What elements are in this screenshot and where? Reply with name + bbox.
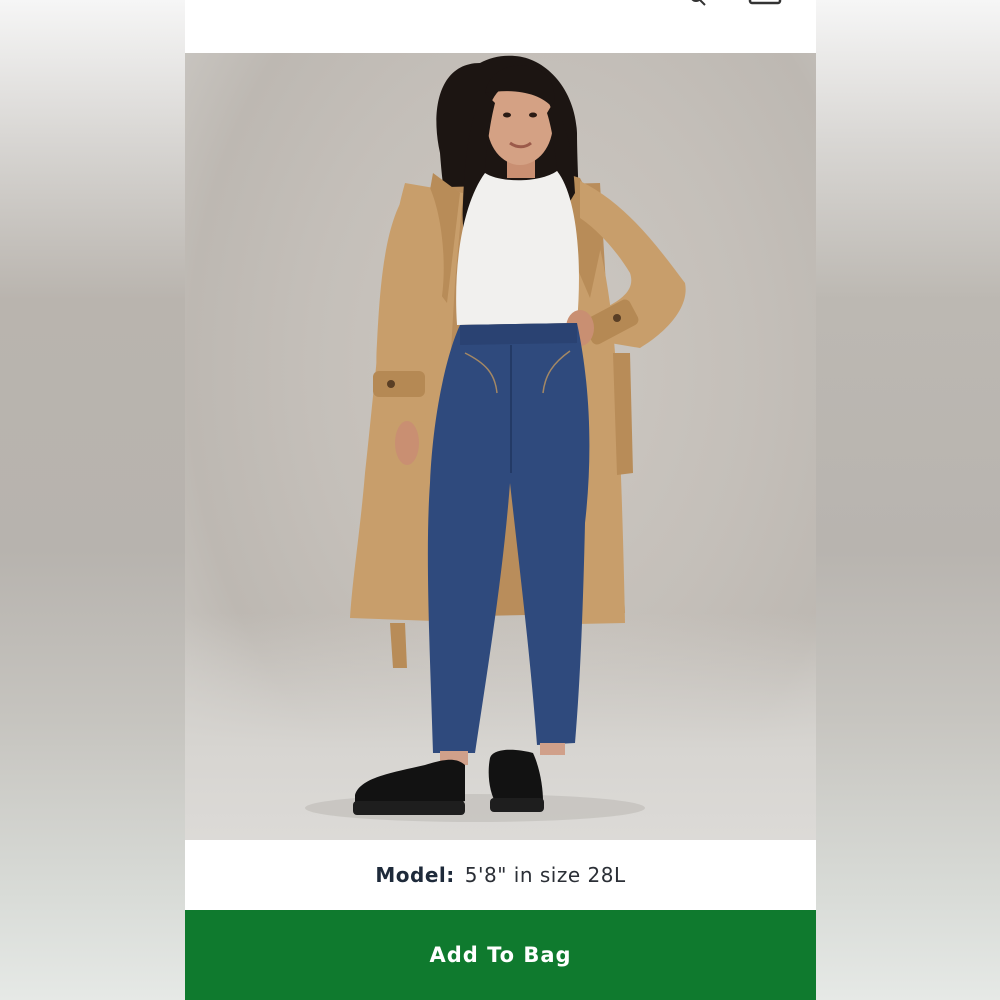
model-illustration	[305, 55, 686, 822]
model-label: Model:	[375, 863, 455, 887]
add-to-bag-button[interactable]: Add To Bag	[185, 910, 816, 1000]
blurred-backdrop-left	[0, 0, 185, 1000]
blurred-backdrop-right	[815, 0, 1000, 1000]
model-size-caption: Model: 5'8" in size 28L	[185, 840, 816, 910]
product-page: Model: 5'8" in size 28L Add To Bag	[185, 0, 816, 1000]
bag-icon[interactable]	[748, 0, 782, 6]
top-navigation-bar	[185, 0, 816, 53]
search-icon[interactable]	[690, 0, 706, 6]
model-size-value: 5'8" in size 28L	[464, 863, 626, 887]
product-image	[185, 53, 816, 840]
